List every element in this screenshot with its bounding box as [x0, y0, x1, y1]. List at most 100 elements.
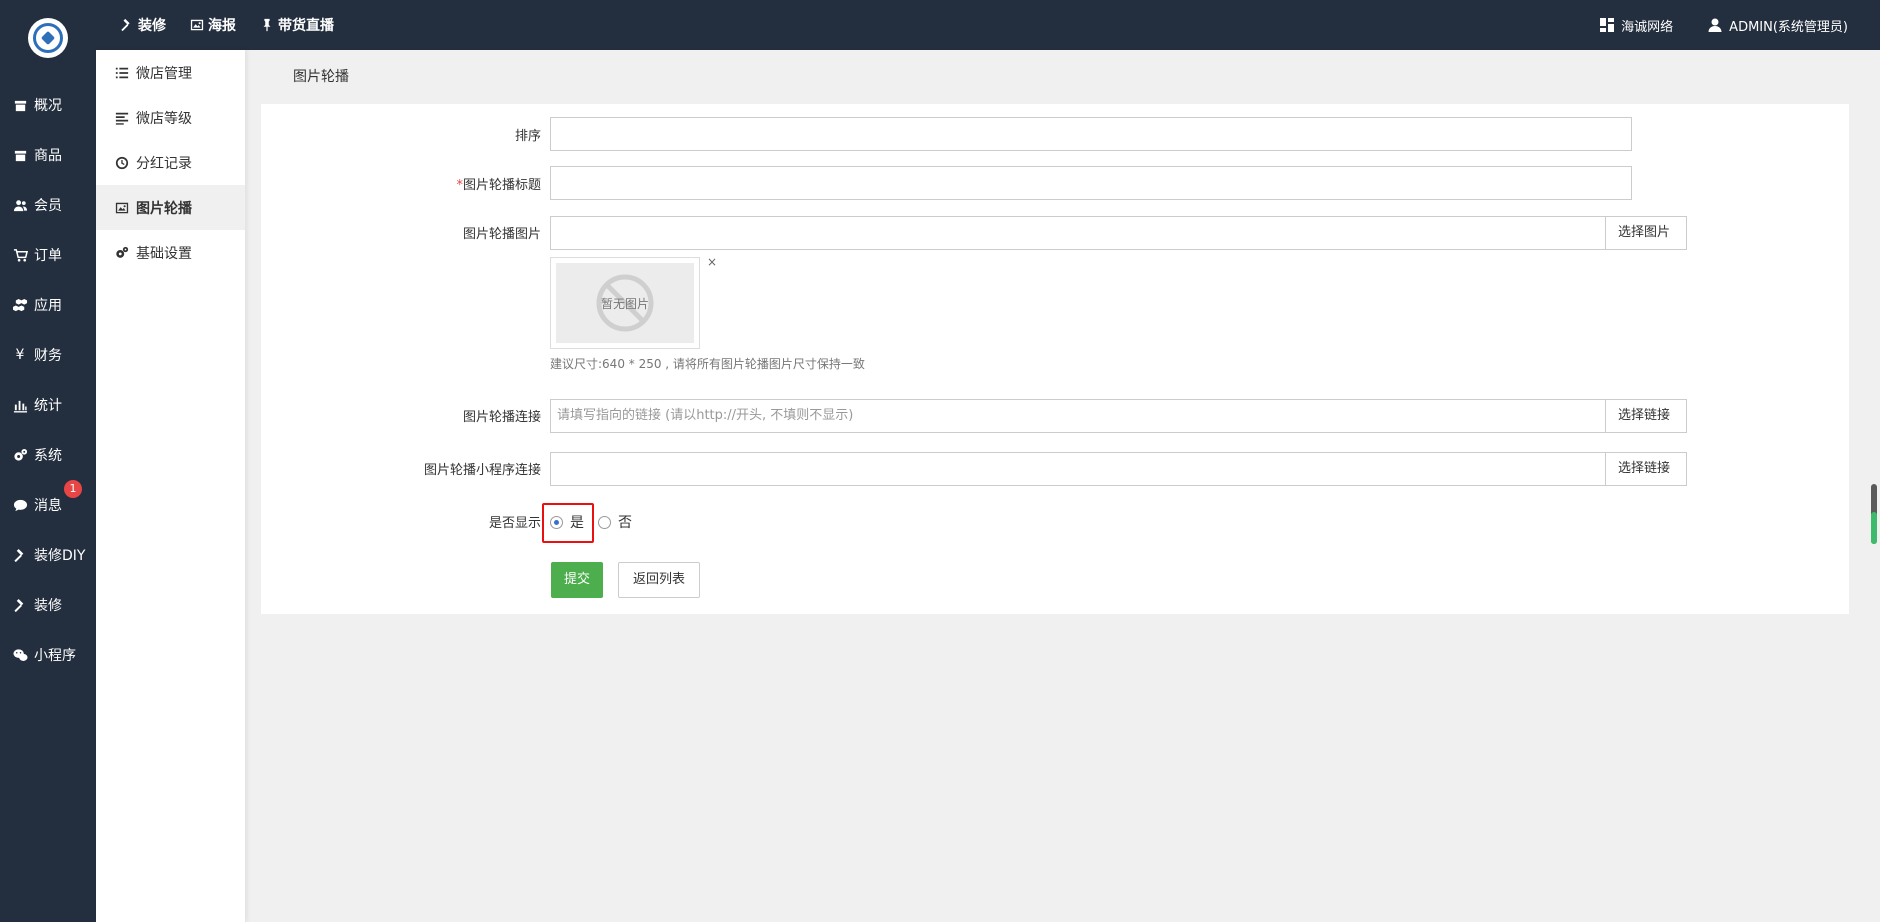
user-name: ADMIN(系统管理员) [1729, 19, 1848, 35]
rail-item-messages[interactable]: 消息 1 [0, 480, 96, 530]
sub-item-label: 图片轮播 [136, 200, 192, 217]
cart-icon [12, 247, 28, 263]
image-size-hint: 建议尺寸:640 * 250 , 请将所有图片轮播图片尺寸保持一致 [550, 357, 865, 371]
gavel-icon [12, 547, 28, 563]
sub-item-label: 基础设置 [136, 245, 192, 262]
top-nav-decoration[interactable]: 装修 [120, 15, 166, 35]
rail-item-decoration[interactable]: 装修 [0, 580, 96, 630]
mini-link-label: 图片轮播小程序连接 [423, 463, 541, 478]
rail-item-label: 统计 [34, 398, 62, 414]
sub-item-label: 微店等级 [136, 110, 192, 127]
rail-item-members[interactable]: 会员 [0, 180, 96, 230]
gears-icon [12, 447, 28, 463]
rail-item-miniprogram[interactable]: 小程序 [0, 630, 96, 680]
vertical-scrollbar[interactable] [1868, 50, 1880, 922]
sort-input[interactable] [550, 117, 1632, 151]
logo-dot [40, 30, 56, 46]
chat-bubble-icon [12, 497, 28, 513]
rail-item-finance[interactable]: ¥ 财务 [0, 330, 96, 380]
rail-item-decoration-diy[interactable]: 装修DIY [0, 530, 96, 580]
align-left-icon [114, 110, 130, 126]
top-bar: 装修 海报 带货直播 海诚网络 ADMIN(系统管理员) [96, 0, 1880, 50]
top-nav-label: 海报 [208, 18, 236, 34]
sort-label: 排序 [514, 129, 541, 144]
remove-image-icon[interactable]: × [707, 255, 717, 269]
clock-icon [114, 155, 130, 171]
link-label: 图片轮播连接 [462, 410, 541, 425]
rail-item-stats[interactable]: 统计 [0, 380, 96, 430]
brand-logo[interactable] [28, 18, 68, 58]
top-nav-live[interactable]: 带货直播 [260, 15, 334, 35]
rail-item-label: 概况 [34, 98, 62, 114]
grid-icon [1600, 18, 1615, 32]
rail-item-apps[interactable]: 应用 [0, 280, 96, 330]
show-yes-radio[interactable] [550, 516, 563, 529]
sub-item-image-carousel[interactable]: 图片轮播 [96, 185, 245, 230]
box-icon [12, 147, 28, 163]
show-yes-label[interactable]: 是 [570, 512, 584, 532]
choose-mini-link-button[interactable]: 选择链接 [1605, 452, 1687, 486]
message-count-badge: 1 [64, 480, 82, 498]
top-right: 海诚网络 ADMIN(系统管理员) [1565, 0, 1848, 50]
show-label: 是否显示 [488, 516, 541, 531]
image-path-input[interactable] [550, 216, 1606, 250]
rail-item-label: 小程序 [34, 648, 76, 664]
rail-item-label: 会员 [34, 198, 62, 214]
left-rail: 概况 商品 会员 订单 应用 ¥ 财务 统计 系统 消息 1 装修DIY 装修 … [0, 0, 96, 922]
top-nav: 装修 海报 带货直播 [120, 0, 358, 50]
rail-item-label: 装修 [34, 598, 62, 614]
rail-item-system[interactable]: 系统 [0, 430, 96, 480]
choose-link-button[interactable]: 选择链接 [1605, 399, 1687, 433]
mini-link-input[interactable] [550, 452, 1606, 486]
back-to-list-button[interactable]: 返回列表 [618, 562, 700, 598]
user-icon [1708, 18, 1722, 32]
sub-item-shop-manage[interactable]: 微店管理 [96, 50, 245, 95]
top-nav-label: 带货直播 [278, 18, 334, 34]
title-input[interactable] [550, 166, 1632, 200]
image-preview: 暂无图片 [550, 257, 700, 349]
pin-icon [263, 18, 271, 32]
rail-item-goods[interactable]: 商品 [0, 130, 96, 180]
image-placeholder: 暂无图片 [556, 263, 694, 343]
show-no-label[interactable]: 否 [618, 512, 632, 532]
cubes-icon [12, 297, 28, 313]
wechat-icon [12, 647, 28, 663]
top-nav-poster[interactable]: 海报 [190, 15, 236, 35]
sub-item-basic-settings[interactable]: 基础设置 [96, 230, 245, 275]
submit-button[interactable]: 提交 [551, 562, 603, 598]
image-icon [190, 19, 204, 31]
sub-item-shop-level[interactable]: 微店等级 [96, 95, 245, 140]
link-input[interactable]: 请填写指向的链接 (请以http://开头, 不填则不显示) [550, 399, 1606, 433]
title-label: *图片轮播标题 [281, 174, 541, 193]
rail-item-label: 消息 [34, 498, 62, 514]
rail-item-label: 商品 [34, 148, 62, 164]
sub-item-dividend-records[interactable]: 分红记录 [96, 140, 245, 185]
rail-item-label: 装修DIY [34, 548, 86, 564]
gavel-icon [12, 597, 28, 613]
rail-item-orders[interactable]: 订单 [0, 230, 96, 280]
yen-icon: ¥ [15, 347, 25, 363]
rail-item-label: 财务 [34, 348, 62, 364]
sub-item-label: 分红记录 [136, 155, 192, 172]
company-link[interactable]: 海诚网络 [1599, 16, 1673, 35]
users-icon [12, 197, 28, 213]
title-label-text: 图片轮播标题 [462, 178, 541, 193]
logo-mark [33, 23, 63, 53]
bar-chart-icon [12, 397, 28, 413]
top-nav-label: 装修 [138, 18, 166, 34]
rail-item-label: 系统 [34, 448, 62, 464]
gavel-icon [121, 18, 130, 32]
user-menu[interactable]: ADMIN(系统管理员) [1707, 16, 1848, 35]
list-icon [114, 65, 130, 81]
rail-item-label: 应用 [34, 298, 62, 314]
no-image-text: 暂无图片 [600, 296, 649, 311]
rail-menu: 概况 商品 会员 订单 应用 ¥ 财务 统计 系统 消息 1 装修DIY 装修 … [0, 80, 96, 680]
gears-icon [114, 245, 130, 261]
company-name: 海诚网络 [1621, 19, 1674, 35]
show-no-radio[interactable] [598, 516, 611, 529]
choose-image-button[interactable]: 选择图片 [1605, 216, 1687, 250]
image-label: 图片轮播图片 [462, 227, 541, 242]
rail-item-overview[interactable]: 概况 [0, 80, 96, 130]
scrollbar-indicator [1871, 512, 1877, 544]
box-icon [12, 97, 28, 113]
